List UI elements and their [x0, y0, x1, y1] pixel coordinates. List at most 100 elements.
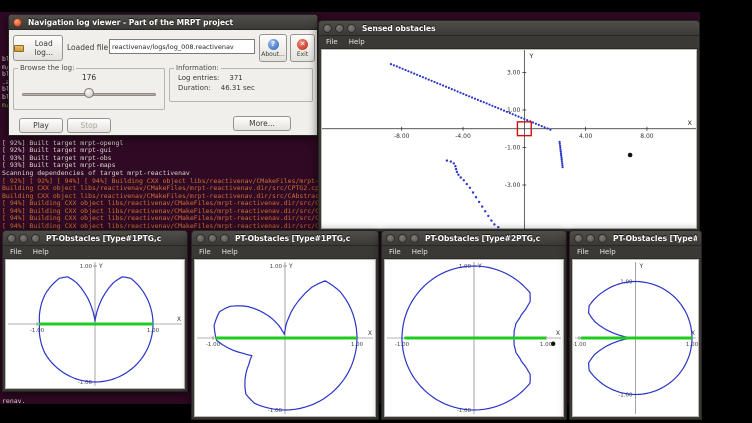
wall-scan-point: [486, 102, 488, 104]
menu-help[interactable]: Help: [600, 246, 616, 259]
duration-value: 46.31 sec: [221, 84, 255, 92]
curved-obstacle-point: [455, 168, 457, 170]
wall-scan-point: [428, 79, 430, 81]
y-axis-label: Y: [98, 263, 103, 270]
minimize-button[interactable]: [398, 234, 407, 243]
menu-help[interactable]: Help: [33, 246, 49, 259]
sensed-obstacles-plot-area: -8.00-4.004.008.003.001.00-1.00-3.00XY: [321, 49, 697, 229]
window-title: PT-Obstacles [Type#1PTG,c: [613, 234, 697, 243]
menu-file[interactable]: File: [199, 246, 211, 259]
pt-obstacles-2-plot[interactable]: -1.001.001.00-1.00XY: [195, 260, 375, 416]
curved-obstacle-point: [446, 159, 448, 161]
slider-thumb[interactable]: [84, 88, 94, 98]
pt-obstacles-window-4: PT-Obstacles [Type#1PTG,c File Help -1.0…: [569, 230, 702, 420]
menu-file[interactable]: File: [10, 246, 22, 259]
minimize-button[interactable]: [335, 24, 344, 33]
menu-file[interactable]: File: [389, 246, 401, 259]
play-button[interactable]: Play: [19, 118, 63, 133]
pillar-scan-point: [560, 151, 562, 153]
pt-obstacles-1-titlebar[interactable]: PT-Obstacles [Type#1PTG,c: [3, 231, 187, 246]
browse-group-label: Browse the log:: [18, 64, 76, 72]
close-button[interactable]: [323, 24, 332, 33]
curved-obstacle-point: [460, 176, 462, 178]
curved-obstacle-point: [497, 226, 499, 228]
wall-scan-point: [404, 69, 406, 71]
wall-scan-point: [474, 98, 476, 100]
wall-scan-point: [399, 67, 401, 69]
wall-scan-point: [535, 123, 537, 125]
x-axis-label: X: [177, 316, 181, 323]
curved-obstacle-point: [454, 165, 456, 167]
minimize-button[interactable]: [586, 234, 595, 243]
sensed-obstacles-titlebar[interactable]: Sensed obstacles: [319, 21, 699, 36]
close-button[interactable]: [13, 18, 22, 27]
loaded-file-field[interactable]: [109, 39, 255, 54]
wall-scan-point: [477, 99, 479, 101]
close-button[interactable]: [574, 234, 583, 243]
wall-scan-point: [433, 81, 435, 83]
curved-obstacle-point: [456, 171, 458, 173]
curved-obstacle-point: [463, 179, 465, 181]
browse-log-group: Browse the log: 176: [13, 64, 165, 110]
menu-help[interactable]: Help: [222, 246, 238, 259]
wall-scan-point: [390, 63, 392, 65]
window-title: PT-Obstacles [Type#1PTG,c: [235, 234, 350, 243]
pt-obstacles-1-plot[interactable]: -1.001.001.00-1.00XY: [6, 260, 184, 388]
wall-scan-point: [439, 83, 441, 85]
curved-obstacle-point: [487, 215, 489, 217]
wall-scan-point: [436, 82, 438, 84]
sensed-obstacles-plot[interactable]: -8.00-4.004.008.003.001.00-1.00-3.00XY: [322, 50, 696, 230]
menu-file[interactable]: File: [577, 246, 589, 259]
wall-scan-point: [459, 92, 461, 94]
wall-scan-point: [445, 86, 447, 88]
stop-button[interactable]: Stop: [67, 118, 111, 133]
maximize-button[interactable]: [31, 234, 40, 243]
exit-icon: ✕: [297, 39, 308, 50]
menu-file[interactable]: File: [326, 36, 338, 49]
wall-scan-point: [416, 74, 418, 76]
pt-obstacles-2-titlebar[interactable]: PT-Obstacles [Type#1PTG,c: [192, 231, 378, 246]
duration-row: Duration:46.31 sec: [170, 84, 312, 92]
obstacle-outline: [39, 277, 153, 382]
close-button[interactable]: [7, 234, 16, 243]
more-button[interactable]: More...: [233, 116, 291, 131]
pt-obstacles-4-plot[interactable]: -1.001.001.00-1.00XY: [573, 260, 698, 416]
curved-obstacle-point: [484, 210, 486, 212]
maximize-button[interactable]: [410, 234, 419, 243]
window-title: PT-Obstacles [Type#2PTG,c: [425, 234, 540, 243]
exit-button[interactable]: ✕ Exit: [290, 34, 315, 62]
wall-scan-point: [488, 104, 490, 106]
wall-scan-point: [419, 75, 421, 77]
maximize-button[interactable]: [347, 24, 356, 33]
x-tick-label: -1.00: [573, 342, 587, 348]
x-tick-label: -1.00: [206, 342, 221, 348]
wall-scan-point: [503, 110, 505, 112]
curved-obstacle-point: [450, 160, 452, 162]
maximize-button[interactable]: [598, 234, 607, 243]
curved-obstacle-point: [472, 191, 474, 193]
load-log-button[interactable]: Load log...: [13, 35, 63, 61]
minimize-button[interactable]: [19, 234, 28, 243]
menu-help[interactable]: Help: [349, 36, 365, 49]
information-group-label: Information:: [174, 64, 221, 72]
menu-help[interactable]: Help: [412, 246, 428, 259]
pillar-scan-point: [560, 153, 562, 155]
close-button[interactable]: [386, 234, 395, 243]
curved-obstacle-point: [478, 201, 480, 203]
about-button[interactable]: ? About...: [259, 34, 287, 62]
wall-scan-point: [483, 101, 485, 103]
minimize-button[interactable]: [208, 234, 217, 243]
wall-scan-point: [546, 127, 548, 129]
pillar-scan-point: [559, 141, 561, 143]
maximize-button[interactable]: [220, 234, 229, 243]
exit-label: Exit: [297, 51, 308, 58]
about-label: About...: [261, 51, 284, 58]
log-position-slider[interactable]: [22, 88, 156, 100]
window-title: PT-Obstacles [Type#1PTG,c: [46, 234, 161, 243]
logviewer-titlebar[interactable]: Navigation log viewer - Part of the MRPT…: [9, 15, 317, 30]
wall-scan-point: [448, 87, 450, 89]
pt-obstacles-3-titlebar[interactable]: PT-Obstacles [Type#2PTG,c: [382, 231, 566, 246]
pt-obstacles-4-titlebar[interactable]: PT-Obstacles [Type#1PTG,c: [570, 231, 701, 246]
pt-obstacles-3-plot[interactable]: -1.001.001.00-1.00XY: [385, 260, 563, 416]
close-button[interactable]: [196, 234, 205, 243]
